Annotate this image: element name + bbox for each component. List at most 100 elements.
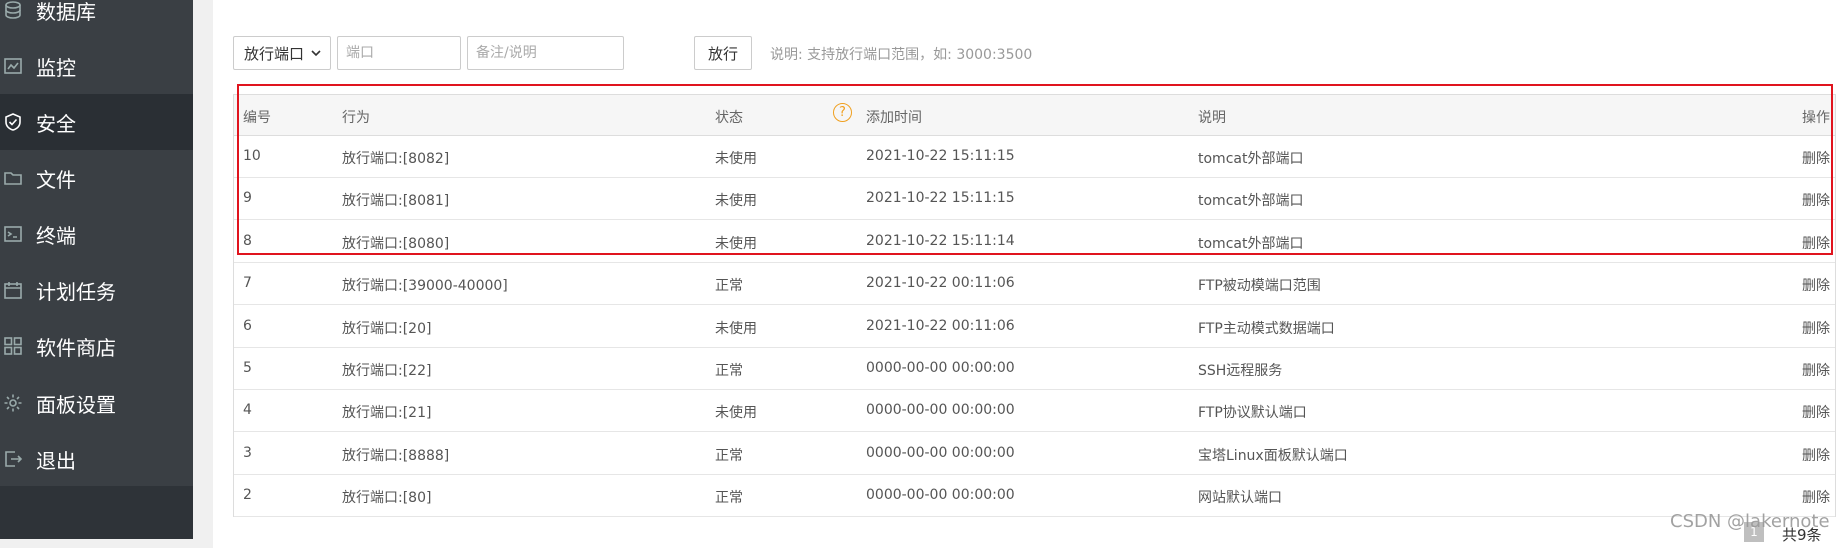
- cell-time: 0000-00-00 00:00:00: [866, 402, 1015, 419]
- watermark: CSDN @lakernote: [1670, 511, 1830, 532]
- action-select[interactable]: 放行端口: [233, 36, 331, 70]
- cell-desc: FTP被动模端口范围: [1198, 278, 1321, 295]
- cell-id: 6: [243, 317, 252, 334]
- cell-id: 5: [243, 360, 252, 376]
- delete-link[interactable]: 删除: [1802, 402, 1830, 422]
- cell-desc: FTP协议默认端口: [1198, 405, 1307, 422]
- table-row: 9 放行端口:[8081] 未使用 2021-10-22 15:11:15 tomcat…: [234, 177, 1835, 221]
- delete-link[interactable]: 删除: [1802, 487, 1830, 507]
- terminal-icon: [2, 223, 24, 245]
- table-row: 4 放行端口:[21] 未使用 0000-00-00 00:00:00 FTP协议默认端…: [234, 389, 1835, 433]
- note-input[interactable]: [467, 36, 624, 70]
- delete-link[interactable]: 删除: [1802, 445, 1830, 465]
- cell-status: 正常: [715, 490, 743, 507]
- main-content: 放行端口 放行 说明: 支持放行端口范围，如: 3000:3500 编号 行为 …: [193, 0, 1840, 548]
- table-row: 10 放行端口:[8082] 未使用 2021-10-22 15:11:15 tomca…: [234, 135, 1835, 178]
- header-desc: 说明: [1198, 110, 1226, 126]
- cell-desc: 网站默认端口: [1198, 490, 1282, 507]
- grid-icon: [2, 335, 24, 357]
- table-row: 3 放行端口:[8888] 正常 0000-00-00 00:00:00 宝塔Linux…: [234, 432, 1835, 475]
- cell-id: 7: [243, 275, 252, 292]
- cell-action: 放行端口:[21]: [342, 405, 432, 422]
- cell-id: 9: [243, 190, 252, 207]
- sidebar-item-label: 计划任务: [36, 279, 116, 304]
- cell-time: 2021-10-22 15:11:15: [866, 190, 1015, 207]
- sidebar-item-files[interactable]: 文件: [0, 150, 193, 206]
- sidebar-item-label: 数据库: [36, 0, 96, 24]
- cell-desc: FTP主动模式数据端口: [1198, 320, 1335, 337]
- cell-action: 放行端口:[8888]: [342, 447, 450, 464]
- cell-desc: tomcat外部端口: [1198, 193, 1304, 210]
- cell-status: 未使用: [715, 320, 757, 337]
- folder-icon: [2, 167, 24, 189]
- cell-action: 放行端口:[39000-40000]: [342, 278, 508, 295]
- sidebar-item-label: 监控: [36, 55, 76, 80]
- port-input[interactable]: [337, 36, 461, 70]
- sidebar-item-store[interactable]: 软件商店: [0, 318, 193, 374]
- cell-desc: SSH远程服务: [1198, 363, 1283, 379]
- header-status: 状态: [715, 110, 743, 126]
- cell-id: 4: [243, 402, 252, 419]
- cell-time: 2021-10-22 15:11:15: [866, 148, 1015, 164]
- cell-time: 2021-10-22 15:11:14: [866, 232, 1015, 249]
- sidebar-item-logout[interactable]: 退出: [0, 431, 193, 487]
- cell-action: 放行端口:[8082]: [342, 151, 450, 167]
- cell-desc: 宝塔Linux面板默认端口: [1198, 447, 1348, 464]
- cell-id: 3: [243, 444, 252, 461]
- delete-link[interactable]: 删除: [1802, 275, 1830, 295]
- cell-id: 2: [243, 487, 252, 504]
- sidebar-item-settings[interactable]: 面板设置: [0, 375, 193, 431]
- cell-status: 正常: [715, 278, 743, 295]
- help-icon[interactable]: ?: [833, 103, 852, 122]
- sidebar-item-label: 软件商店: [36, 335, 116, 360]
- cell-action: 放行端口:[8080]: [342, 235, 450, 252]
- database-icon: [2, 0, 24, 21]
- delete-link[interactable]: 删除: [1802, 190, 1830, 210]
- sidebar-item-security[interactable]: 安全: [0, 94, 193, 150]
- calendar-icon: [2, 279, 24, 301]
- sidebar-item-label: 退出: [36, 448, 76, 473]
- delete-link[interactable]: 删除: [1802, 148, 1830, 168]
- cell-status: 正常: [715, 363, 743, 379]
- cell-status: 未使用: [715, 151, 757, 167]
- sidebar-item-monitor[interactable]: 监控: [0, 38, 193, 94]
- table-row: 8 放行端口:[8080] 未使用 2021-10-22 15:11:14 tomcat…: [234, 220, 1835, 263]
- action-select-value: 放行端口: [244, 44, 305, 63]
- sidebar-item-label: 面板设置: [36, 392, 116, 417]
- cell-time: 2021-10-22 00:11:06: [866, 275, 1015, 292]
- open-port-button[interactable]: 放行: [694, 36, 752, 70]
- header-op: 操作: [1802, 110, 1830, 126]
- cell-action: 放行端口:[20]: [342, 320, 432, 337]
- header-action: 行为: [342, 110, 370, 126]
- sidebar-item-database[interactable]: 数据库: [0, 0, 193, 38]
- cell-action: 放行端口:[8081]: [342, 193, 450, 210]
- cell-time: 0000-00-00 00:00:00: [866, 444, 1015, 461]
- cell-action: 放行端口:[80]: [342, 490, 432, 507]
- firewall-panel: 放行端口 放行 说明: 支持放行端口范围，如: 3000:3500 编号 行为 …: [213, 8, 1840, 548]
- chevron-down-icon: [311, 50, 321, 57]
- cell-id: 8: [243, 232, 252, 249]
- delete-link[interactable]: 删除: [1802, 318, 1830, 338]
- sidebar-item-cron[interactable]: 计划任务: [0, 262, 193, 318]
- cell-status: 未使用: [715, 405, 757, 422]
- cell-action: 放行端口:[22]: [342, 363, 432, 379]
- table-row: 5 放行端口:[22] 正常 0000-00-00 00:00:00 SSH远程服务 删除: [234, 347, 1835, 390]
- sidebar-item-label: 文件: [36, 167, 76, 192]
- cell-status: 未使用: [715, 235, 757, 252]
- cell-time: 2021-10-22 00:11:06: [866, 317, 1015, 334]
- sidebar-footer: [0, 486, 193, 539]
- hint-text: 说明: 支持放行端口范围，如: 3000:3500: [770, 47, 1033, 63]
- cell-time: 0000-00-00 00:00:00: [866, 487, 1015, 504]
- cell-desc: tomcat外部端口: [1198, 151, 1304, 167]
- cell-status: 未使用: [715, 193, 757, 210]
- logout-icon: [2, 448, 24, 470]
- header-time: 添加时间: [866, 110, 922, 126]
- delete-link[interactable]: 删除: [1802, 360, 1830, 380]
- header-id: 编号: [243, 110, 271, 126]
- gear-icon: [2, 392, 24, 414]
- delete-link[interactable]: 删除: [1802, 233, 1830, 253]
- table-row: 2 放行端口:[80] 正常 0000-00-00 00:00:00 网站默认端口 删除: [234, 474, 1835, 518]
- sidebar-item-terminal[interactable]: 终端: [0, 206, 193, 262]
- table-header: 编号 行为 状态 ? 添加时间 说明 操作: [234, 95, 1835, 136]
- sidebar-item-label: 终端: [36, 223, 76, 248]
